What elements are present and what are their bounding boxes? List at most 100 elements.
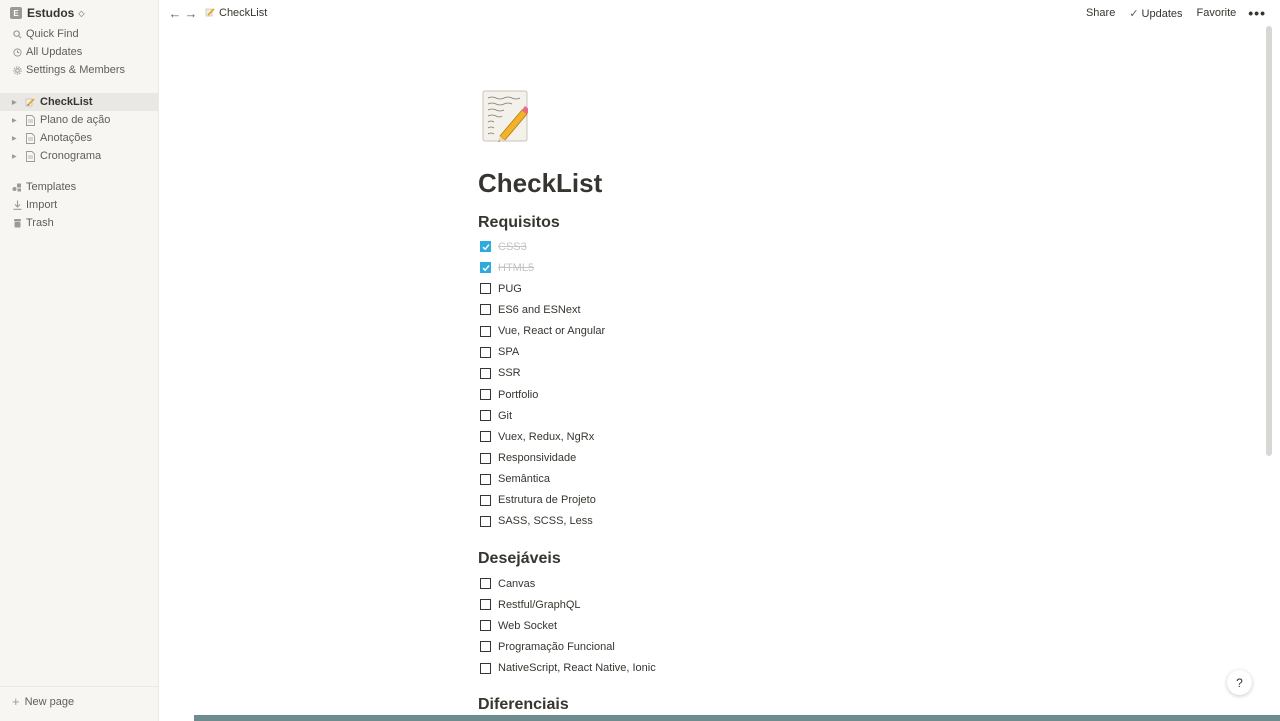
plus-icon: + — [12, 694, 20, 709]
chevron-updown-icon: ◇ — [78, 8, 85, 18]
checkbox[interactable] — [480, 304, 491, 316]
section-heading[interactable]: Requisitos — [478, 214, 560, 232]
page-icon — [25, 132, 35, 144]
checkbox[interactable] — [480, 389, 491, 401]
todo-item-label[interactable]: Responsividade — [498, 452, 576, 464]
sidebar-item-checklist[interactable]: ▶ CheckList — [0, 93, 158, 111]
sidebar-item-plano-de-acao[interactable]: ▶ Plano de ação — [0, 111, 158, 129]
todo-item-label[interactable]: Web Socket — [498, 620, 557, 632]
todo-item-label[interactable]: NativeScript, React Native, Ionic — [498, 662, 656, 674]
checkbox-checked[interactable] — [480, 262, 491, 274]
todo-item-label[interactable]: CSS3 — [498, 241, 527, 253]
forward-arrow-icon[interactable]: → — [183, 6, 199, 21]
templates-icon — [12, 182, 22, 192]
share-button[interactable]: Share — [1086, 7, 1115, 19]
checkbox[interactable] — [480, 431, 491, 443]
todo-item-label[interactable]: SPA — [498, 346, 519, 358]
clock-icon — [12, 47, 22, 57]
todo-item-label[interactable]: Vuex, Redux, NgRx — [498, 431, 594, 443]
templates-label: Templates — [26, 181, 77, 193]
checkbox[interactable] — [480, 410, 491, 422]
help-button[interactable]: ? — [1227, 670, 1252, 695]
memo-emoji-icon — [25, 97, 35, 108]
todo-item: Git — [480, 405, 512, 426]
sidebar: E Estudos ◇ Quick Find All Updates Setti… — [0, 0, 159, 721]
todo-item: CSS3 — [480, 236, 527, 257]
checkbox[interactable] — [480, 325, 491, 337]
todo-item: Vuex, Redux, NgRx — [480, 426, 594, 447]
todo-item: SASS, SCSS, Less — [480, 511, 593, 532]
todo-item-label[interactable]: Estrutura de Projeto — [498, 494, 596, 506]
expand-triangle-icon[interactable]: ▶ — [12, 117, 19, 124]
memo-emoji-icon — [205, 7, 215, 20]
topbar: ← → CheckList Share ✓ Updates Favorite ••… — [160, 0, 1266, 26]
checkbox[interactable] — [480, 515, 491, 527]
new-page-button[interactable]: + New page — [0, 686, 159, 716]
checkbox[interactable] — [480, 641, 491, 653]
quick-find-label: Quick Find — [26, 28, 79, 40]
checkbox-checked[interactable] — [480, 241, 491, 252]
todo-item: SSR — [480, 363, 521, 384]
import-button[interactable]: Import — [0, 196, 158, 214]
todo-item: Portfolio — [480, 384, 538, 405]
expand-triangle-icon[interactable]: ▶ — [12, 135, 19, 142]
todo-item-label[interactable]: SSR — [498, 367, 521, 379]
checkbox[interactable] — [480, 494, 491, 506]
checkbox[interactable] — [480, 283, 491, 295]
sidebar-item-label: Cronograma — [40, 150, 102, 162]
sidebar-item-anotacoes[interactable]: ▶ Anotações — [0, 129, 158, 147]
sidebar-item-cronograma[interactable]: ▶ Cronograma — [0, 147, 158, 165]
todo-item-label[interactable]: HTML5 — [498, 262, 534, 274]
page-icon — [25, 114, 35, 126]
memo-emoji-icon[interactable] — [482, 90, 530, 142]
todo-item: Semântica — [480, 469, 550, 490]
expand-triangle-icon[interactable]: ▶ — [12, 99, 19, 106]
workspace-switcher[interactable]: E Estudos ◇ — [0, 1, 158, 25]
section-heading[interactable]: Desejáveis — [478, 550, 561, 568]
more-options-icon[interactable]: ••• — [1248, 5, 1266, 21]
todo-item-label[interactable]: PUG — [498, 283, 522, 295]
checkbox[interactable] — [480, 452, 491, 464]
all-updates-button[interactable]: All Updates — [0, 43, 158, 61]
settings-button[interactable]: Settings & Members — [0, 61, 158, 79]
quick-find-button[interactable]: Quick Find — [0, 25, 158, 43]
todo-item-label[interactable]: Git — [498, 410, 512, 422]
todo-item: Canvas — [480, 573, 535, 594]
todo-item-label[interactable]: SASS, SCSS, Less — [498, 515, 593, 527]
breadcrumb[interactable]: CheckList — [205, 7, 267, 20]
page-content: CheckList Requisitos CSS3 HTML5 PUG ES6 and… — [160, 26, 1266, 716]
page-title[interactable]: CheckList — [478, 168, 602, 199]
todo-item-label[interactable]: Portfolio — [498, 389, 538, 401]
sidebar-item-label: CheckList — [40, 96, 93, 108]
checkbox[interactable] — [480, 599, 491, 611]
todo-item: HTML5 — [480, 257, 534, 278]
scrollbar[interactable] — [1266, 26, 1272, 456]
todo-item-label[interactable]: ES6 and ESNext — [498, 304, 581, 316]
expand-triangle-icon[interactable]: ▶ — [12, 153, 19, 160]
back-arrow-icon[interactable]: ← — [167, 6, 183, 21]
import-label: Import — [26, 199, 58, 211]
checkbox[interactable] — [480, 346, 491, 358]
section-heading[interactable]: Diferenciais — [478, 696, 569, 714]
checkbox[interactable] — [480, 578, 491, 589]
todo-item-label[interactable]: Semântica — [498, 473, 550, 485]
templates-button[interactable]: Templates — [0, 178, 158, 196]
trash-button[interactable]: Trash — [0, 214, 158, 232]
topbar-actions: Share ✓ Updates Favorite ••• — [1072, 5, 1266, 21]
updates-button[interactable]: ✓ Updates — [1129, 7, 1182, 20]
os-taskbar — [194, 715, 1280, 721]
settings-label: Settings & Members — [26, 64, 126, 76]
todo-item-label[interactable]: Vue, React or Angular — [498, 325, 605, 337]
checkbox[interactable] — [480, 367, 491, 379]
todo-item-label[interactable]: Restful/GraphQL — [498, 599, 581, 611]
todo-item-label[interactable]: Canvas — [498, 578, 535, 590]
checkbox[interactable] — [480, 620, 491, 632]
new-page-label: New page — [24, 695, 75, 708]
workspace-name: Estudos — [27, 6, 75, 20]
todo-item: ES6 and ESNext — [480, 299, 581, 320]
workspace-badge: E — [10, 7, 22, 19]
favorite-button[interactable]: Favorite — [1197, 7, 1237, 19]
todo-item-label[interactable]: Programação Funcional — [498, 641, 615, 653]
checkbox[interactable] — [480, 662, 491, 674]
checkbox[interactable] — [480, 473, 491, 485]
